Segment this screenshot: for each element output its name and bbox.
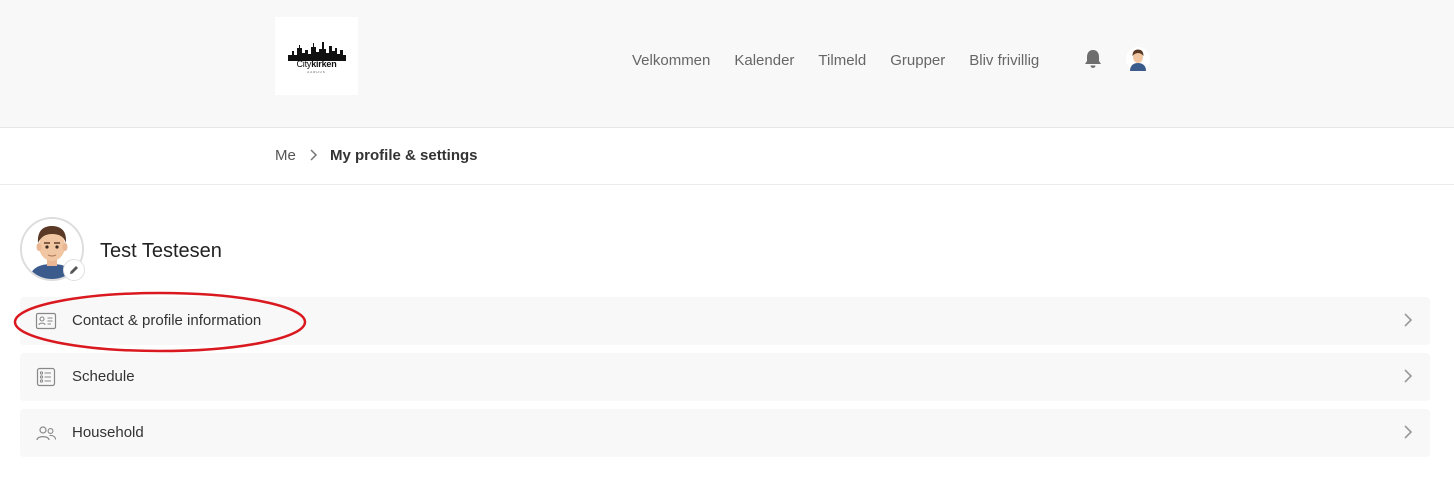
menu-label: Household	[72, 424, 144, 441]
citykirken-logo[interactable]: Citykirken AARHUS	[275, 17, 358, 95]
menu-label: Contact & profile information	[72, 312, 262, 329]
logo-subtext: AARHUS	[307, 69, 326, 74]
nav-grupper[interactable]: Grupper	[890, 52, 945, 69]
top-header: Citykirken AARHUS Velkommen Kalender Til…	[0, 0, 1454, 128]
chevron-right-icon	[310, 149, 318, 161]
chevron-right-icon	[1404, 425, 1413, 439]
bell-icon[interactable]	[1082, 48, 1104, 70]
menu-schedule[interactable]: Schedule	[20, 353, 1430, 401]
checklist-icon	[36, 367, 56, 387]
logo-text: Citykirken	[296, 58, 337, 69]
menu-contact-profile-information[interactable]: Contact & profile information	[20, 297, 1430, 345]
chevron-right-icon	[1404, 313, 1413, 327]
profile-name: Test Testesen	[100, 240, 222, 262]
menu-label: Schedule	[72, 368, 135, 385]
nav-kalender[interactable]: Kalender	[734, 52, 794, 69]
people-icon	[36, 426, 57, 441]
main-nav: Velkommen Kalender Tilmeld Grupper Bliv …	[620, 44, 1051, 76]
contact-card-icon	[35, 312, 57, 330]
breadcrumb-current: My profile & settings	[330, 147, 478, 164]
edit-avatar-button[interactable]	[63, 259, 85, 281]
menu-household[interactable]: Household	[20, 409, 1430, 457]
nav-bliv-frivillig[interactable]: Bliv frivillig	[969, 52, 1039, 69]
breadcrumb-me[interactable]: Me	[275, 147, 296, 164]
nav-tilmeld[interactable]: Tilmeld	[818, 52, 866, 69]
chevron-right-icon	[1404, 369, 1413, 383]
user-avatar-icon[interactable]	[1126, 47, 1150, 71]
skyline-icon	[287, 41, 346, 61]
pencil-icon	[70, 266, 78, 274]
nav-velkommen[interactable]: Velkommen	[632, 52, 710, 69]
breadcrumb: Me My profile & settings	[0, 128, 1454, 185]
